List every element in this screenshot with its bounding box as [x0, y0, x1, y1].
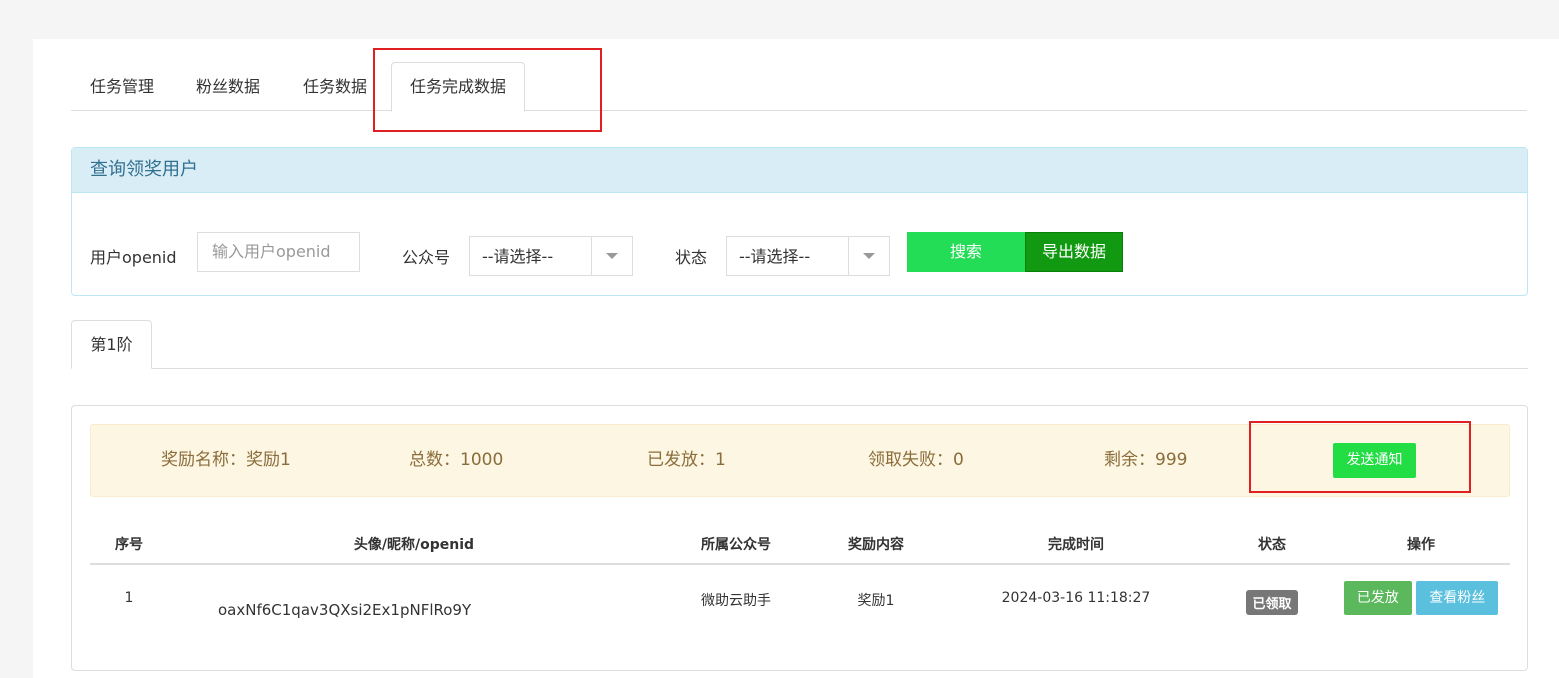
reward-content: 奖励名称：奖励1 总数：1000 已发放：1 领取失败：0 剩余：999 发送通…: [71, 405, 1528, 671]
search-button[interactable]: 搜索: [907, 232, 1025, 272]
col-time: 完成时间: [940, 524, 1212, 565]
row-status: 已领取: [1212, 564, 1332, 634]
row-actions: 已发放 查看粉丝: [1332, 564, 1510, 634]
reward-name: 奖励名称：奖励1: [161, 450, 291, 470]
col-actions: 操作: [1332, 524, 1510, 565]
stage-tabs: 第1阶: [71, 320, 1528, 369]
col-user: 头像/昵称/openid: [168, 524, 660, 565]
chevron-down-icon[interactable]: [591, 237, 632, 275]
row-index: 1: [124, 590, 134, 606]
row-openid: oaxNf6C1qav3QXsi2Ex1pNFlRo9Y: [218, 601, 472, 619]
reward-remaining: 剩余：999: [1104, 450, 1188, 470]
account-label: 公众号: [402, 248, 451, 267]
row-account: 微助云助手: [701, 593, 771, 609]
col-reward: 奖励内容: [812, 524, 940, 565]
col-status: 状态: [1212, 524, 1332, 565]
reward-failed: 领取失败：0: [868, 450, 964, 470]
reward-issued: 已发放：1: [647, 450, 726, 470]
panel-title: 查询领奖用户: [72, 148, 1527, 193]
table-header-row: 序号 头像/昵称/openid 所属公众号 奖励内容 完成时间 状态 操作: [90, 524, 1510, 565]
tab-stage-1[interactable]: 第1阶: [71, 320, 152, 369]
table-row: 1 oaxNf6C1qav3QXsi2Ex1pNFlRo9Y 微助云助手 奖励1…: [90, 564, 1510, 634]
tab-task-management[interactable]: 任务管理: [90, 61, 154, 111]
row-reward: 奖励1: [857, 593, 895, 609]
export-button[interactable]: 导出数据: [1025, 232, 1123, 272]
account-select-value: --请选择--: [482, 247, 554, 266]
highlight-annotation-tab: [373, 48, 602, 132]
page-container: 任务管理 粉丝数据 任务数据 任务完成数据 查询领奖用户 用户openid 输入…: [33, 39, 1559, 678]
status-select-value: --请选择--: [739, 247, 811, 266]
issued-button[interactable]: 已发放: [1343, 581, 1412, 615]
openid-input[interactable]: 输入用户openid: [197, 232, 360, 272]
tab-task-data[interactable]: 任务数据: [303, 61, 367, 111]
col-account: 所属公众号: [660, 524, 812, 565]
openid-label: 用户openid: [90, 248, 177, 267]
highlight-annotation-notify: [1249, 421, 1471, 493]
reward-total: 总数：1000: [409, 450, 504, 470]
col-index: 序号: [90, 524, 168, 565]
nav-tabs: 任务管理 粉丝数据 任务数据 任务完成数据: [71, 61, 1527, 112]
status-select[interactable]: --请选择--: [726, 236, 890, 276]
view-fans-button[interactable]: 查看粉丝: [1416, 581, 1499, 615]
row-time: 2024-03-16 11:18:27: [1001, 590, 1151, 606]
chevron-down-icon[interactable]: [848, 237, 889, 275]
completion-table: 序号 头像/昵称/openid 所属公众号 奖励内容 完成时间 状态 操作 1 …: [90, 524, 1510, 634]
row-user: oaxNf6C1qav3QXsi2Ex1pNFlRo9Y: [168, 564, 660, 634]
account-select[interactable]: --请选择--: [469, 236, 633, 276]
tab-fan-data[interactable]: 粉丝数据: [196, 61, 260, 111]
status-label: 状态: [675, 248, 708, 267]
query-panel: 查询领奖用户 用户openid 输入用户openid 公众号 --请选择-- 状…: [71, 147, 1528, 296]
status-badge: 已领取: [1246, 590, 1298, 615]
